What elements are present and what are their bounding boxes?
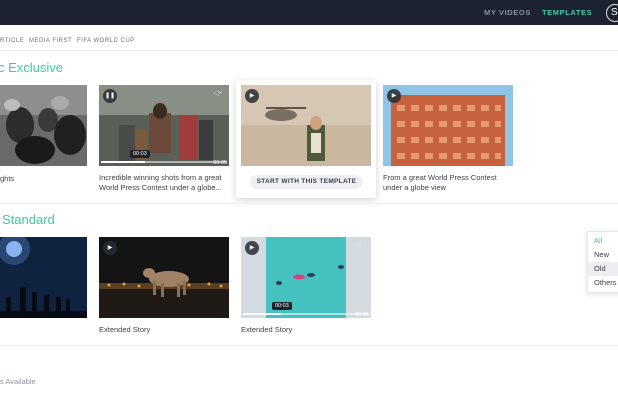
template-thumbnail-3[interactable]: ▶ [241, 85, 371, 166]
cougar-photo [99, 237, 229, 318]
play-icon[interactable]: ▶ [387, 89, 401, 103]
filter-chip-media-first[interactable]: MEDIA FIRST [29, 38, 72, 44]
video-progress-fill [243, 313, 281, 315]
playhead-time-tooltip: 00:03 [272, 302, 292, 310]
video-progress-bar[interactable] [101, 161, 227, 163]
playhead-time-tooltip: 00:03 [130, 150, 150, 158]
filter-chip-fifa-world-cup[interactable]: FIFA WORLD CUP [77, 38, 135, 44]
filter-dropdown-menu: All New Old Others [587, 231, 618, 293]
dropdown-option-old[interactable]: Old [588, 262, 618, 276]
template-thumbnail-6[interactable]: ▶ [99, 237, 229, 318]
winning-shots-photo [99, 85, 229, 166]
pool-swimmers-photo [241, 237, 371, 318]
filter-bar: RTICLE MEDIA FIRST FIFA WORLD CUP [0, 25, 618, 51]
start-with-template-button[interactable]: START WITH THIS TEMPLATE [250, 175, 363, 189]
play-icon[interactable]: ▶ [245, 241, 259, 255]
section-title-exclusive: c Exclusive [0, 60, 64, 75]
play-icon[interactable]: ▶ [245, 89, 259, 103]
video-progress-bar[interactable] [243, 313, 369, 315]
video-progress-fill [101, 161, 146, 163]
section-divider [0, 345, 618, 346]
template-caption-4: From a great World Press Contest under a… [383, 173, 497, 192]
pause-icon[interactable]: ❚❚ [103, 89, 117, 103]
template-thumbnail-2[interactable]: ❚❚ ◁× 00:03 00:05 [99, 85, 229, 166]
crowd-photo [0, 85, 87, 166]
volume-icon[interactable]: ◁ [355, 242, 365, 250]
filter-chip-article[interactable]: RTICLE [0, 38, 24, 44]
helicopter-dust-photo [241, 85, 371, 166]
top-navigation-bar: MY VIDEOS TEMPLATES S [0, 0, 618, 25]
template-caption-2: Incredible winning shots from a great Wo… [99, 173, 222, 192]
footer-availability-text: s Available [0, 377, 36, 386]
template-caption-7: Extended Story [241, 325, 293, 334]
template-thumbnail-4[interactable]: ▶ [383, 85, 513, 166]
video-duration: 00:05 [213, 160, 227, 166]
nav-templates[interactable]: TEMPLATES [542, 8, 592, 17]
section-divider [0, 203, 618, 204]
nav-my-videos[interactable]: MY VIDEOS [484, 8, 531, 17]
dropdown-option-others[interactable]: Others [588, 276, 618, 290]
palace-photo [383, 85, 513, 166]
template-thumbnail-5[interactable] [0, 237, 87, 318]
dropdown-option-new[interactable]: New [588, 248, 618, 262]
template-caption-6: Extended Story [99, 325, 151, 334]
template-thumbnail-1[interactable] [0, 85, 87, 166]
night-crowd-photo [0, 237, 87, 318]
section-title-standard: Standard [2, 212, 55, 227]
video-duration: 00:05 [355, 312, 369, 318]
template-caption-1: ghts [0, 174, 15, 183]
template-thumbnail-7[interactable]: ▶ ◁ 00:03 00:05 [241, 237, 371, 318]
play-icon[interactable]: ▶ [103, 241, 117, 255]
dropdown-option-all[interactable]: All [588, 234, 618, 248]
volume-icon[interactable]: ◁× [213, 90, 223, 98]
avatar[interactable]: S [606, 4, 618, 22]
